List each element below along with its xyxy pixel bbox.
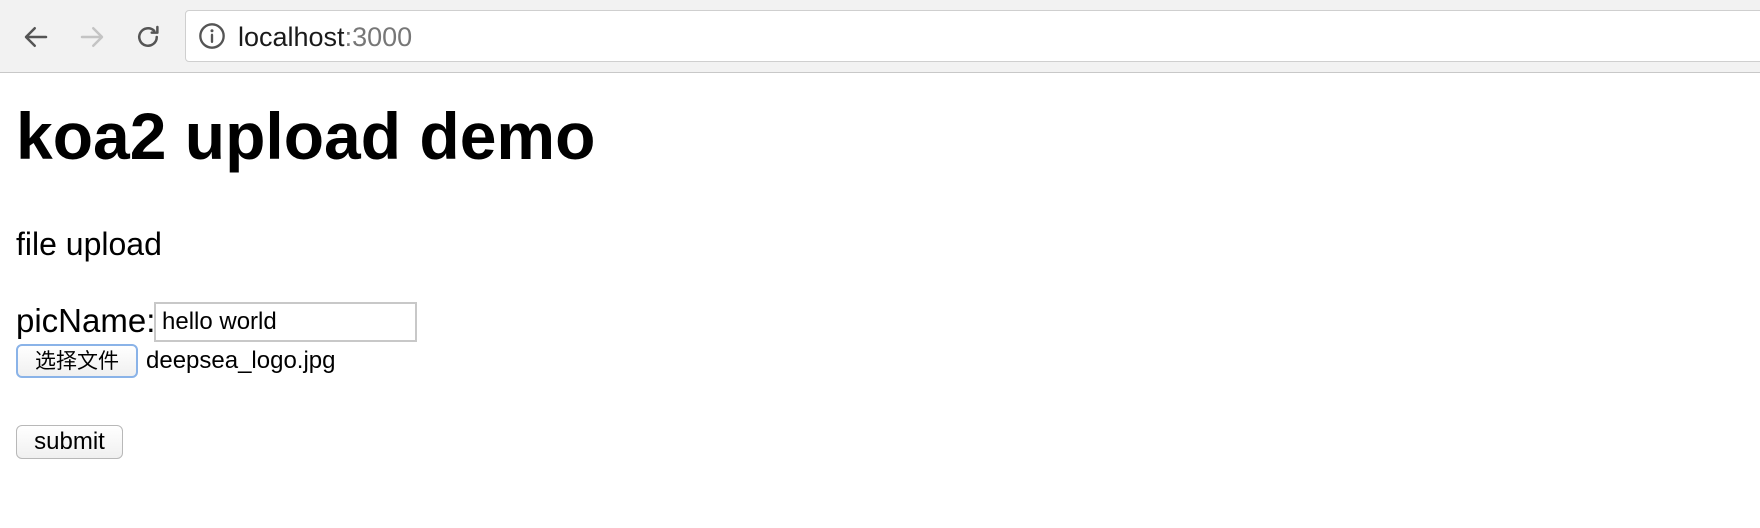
picname-label: picName:: [16, 302, 156, 339]
arrow-left-icon: [24, 27, 48, 47]
forward-button[interactable]: [72, 17, 112, 57]
address-bar[interactable]: localhost:3000: [185, 10, 1760, 62]
choose-file-button[interactable]: 选择文件: [16, 344, 138, 378]
selected-file-name: deepsea_logo.jpg: [146, 347, 336, 374]
page-title: koa2 upload demo: [16, 99, 596, 173]
page-content: koa2 upload demo file upload picName: 选择…: [0, 74, 1760, 528]
url-text[interactable]: localhost:3000: [238, 22, 412, 52]
browser-toolbar: localhost:3000: [0, 0, 1760, 73]
arrow-right-icon: [80, 27, 104, 47]
reload-icon: [138, 25, 159, 47]
submit-button[interactable]: submit: [16, 425, 123, 459]
info-icon[interactable]: [198, 22, 226, 50]
reload-button[interactable]: [128, 17, 168, 57]
section-title: file upload: [16, 226, 162, 262]
url-host: localhost: [238, 22, 345, 52]
url-port: :3000: [344, 22, 413, 52]
picname-input[interactable]: [154, 302, 417, 342]
back-button[interactable]: [16, 17, 56, 57]
